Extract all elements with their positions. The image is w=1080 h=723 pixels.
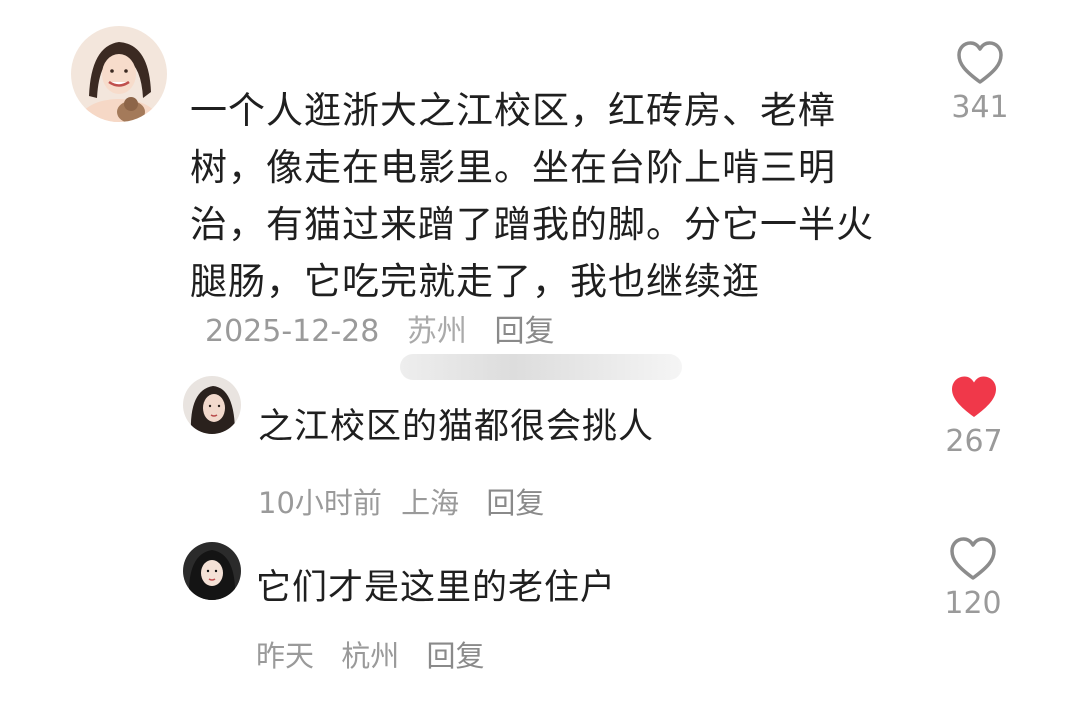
heart-filled-icon [952,376,996,417]
reply-button[interactable]: 回复 [494,314,554,349]
heart-icon [957,41,1003,84]
reply-time: 10小时前 [258,486,382,520]
avatar[interactable] [183,376,241,434]
heart-icon [950,537,996,580]
avatar[interactable] [183,542,241,600]
reply-location: 上海 [401,486,460,520]
reply-text: 它们才是这里的老住户 [256,568,617,608]
like-count: 120 [944,586,1002,621]
comment-location: 苏州 [406,314,467,349]
like-button[interactable]: 267 [934,374,1014,459]
expand-replies-bar[interactable] [400,354,682,380]
comment-date: 2025-12-28 [205,314,380,349]
like-count: 267 [945,424,1003,459]
reply-time: 昨天 [256,639,315,673]
avatar[interactable] [71,26,167,122]
like-count: 341 [951,90,1009,125]
like-button[interactable]: 341 [940,40,1020,125]
reply-meta: 昨天 杭州 回复 [256,633,502,675]
reply-text: 之江校区的猫都很会挑人 [258,407,655,447]
like-button[interactable]: 120 [933,536,1013,621]
reply-button[interactable]: 回复 [426,639,484,673]
comment-meta: 2025-12-28 苏州 回复 [205,306,572,350]
comment-text: 一个人逛浙大之江校区，红砖房、老樟树，像走在电影里。坐在台阶上啃三明治，有猫过来… [190,89,874,303]
reply-meta: 10小时前 上海 回复 [258,480,562,522]
reply-location: 杭州 [341,639,400,673]
reply-button[interactable]: 回复 [486,486,544,520]
